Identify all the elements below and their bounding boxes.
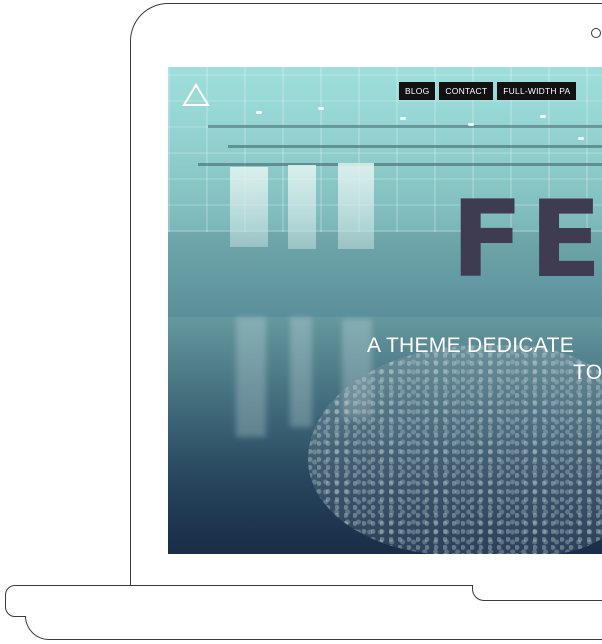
nav-item-blog[interactable]: BLOG — [399, 82, 436, 100]
main-nav: BLOG CONTACT FULL-WIDTH PA — [399, 82, 577, 100]
triangle-logo-icon[interactable] — [182, 83, 210, 107]
floor-reflection — [236, 317, 266, 437]
ceiling-lamp — [256, 111, 262, 114]
hero-subtitle-line2: TO — [573, 361, 602, 384]
ceiling-truss — [208, 125, 602, 128]
laptop-base-bottom — [25, 616, 602, 640]
ceiling-truss — [228, 145, 602, 148]
wall-panel — [288, 165, 316, 249]
ceiling-lamp — [468, 123, 474, 126]
ceiling-lamp — [318, 107, 324, 110]
laptop-mockup-illustration: BLOG CONTACT FULL-WIDTH PA FE A THEME DE… — [0, 0, 602, 644]
ceiling-truss — [198, 163, 602, 166]
webcam-icon — [591, 28, 601, 38]
laptop-screen: BLOG CONTACT FULL-WIDTH PA FE A THEME DE… — [168, 67, 602, 554]
nav-item-full-width-page[interactable]: FULL-WIDTH PA — [497, 82, 577, 100]
wall-panel — [230, 167, 268, 247]
hero-title: FE — [451, 178, 602, 301]
laptop-opening-notch — [472, 585, 602, 601]
ceiling-lamp — [578, 137, 584, 140]
nav-item-contact[interactable]: CONTACT — [439, 82, 494, 100]
ceiling-lamp — [540, 115, 546, 118]
hero-subtitle-line1: A THEME DEDICATE — [367, 334, 575, 357]
ceiling-lamp — [400, 117, 406, 120]
wall-panel — [338, 163, 374, 249]
floor-reflection — [290, 317, 312, 427]
